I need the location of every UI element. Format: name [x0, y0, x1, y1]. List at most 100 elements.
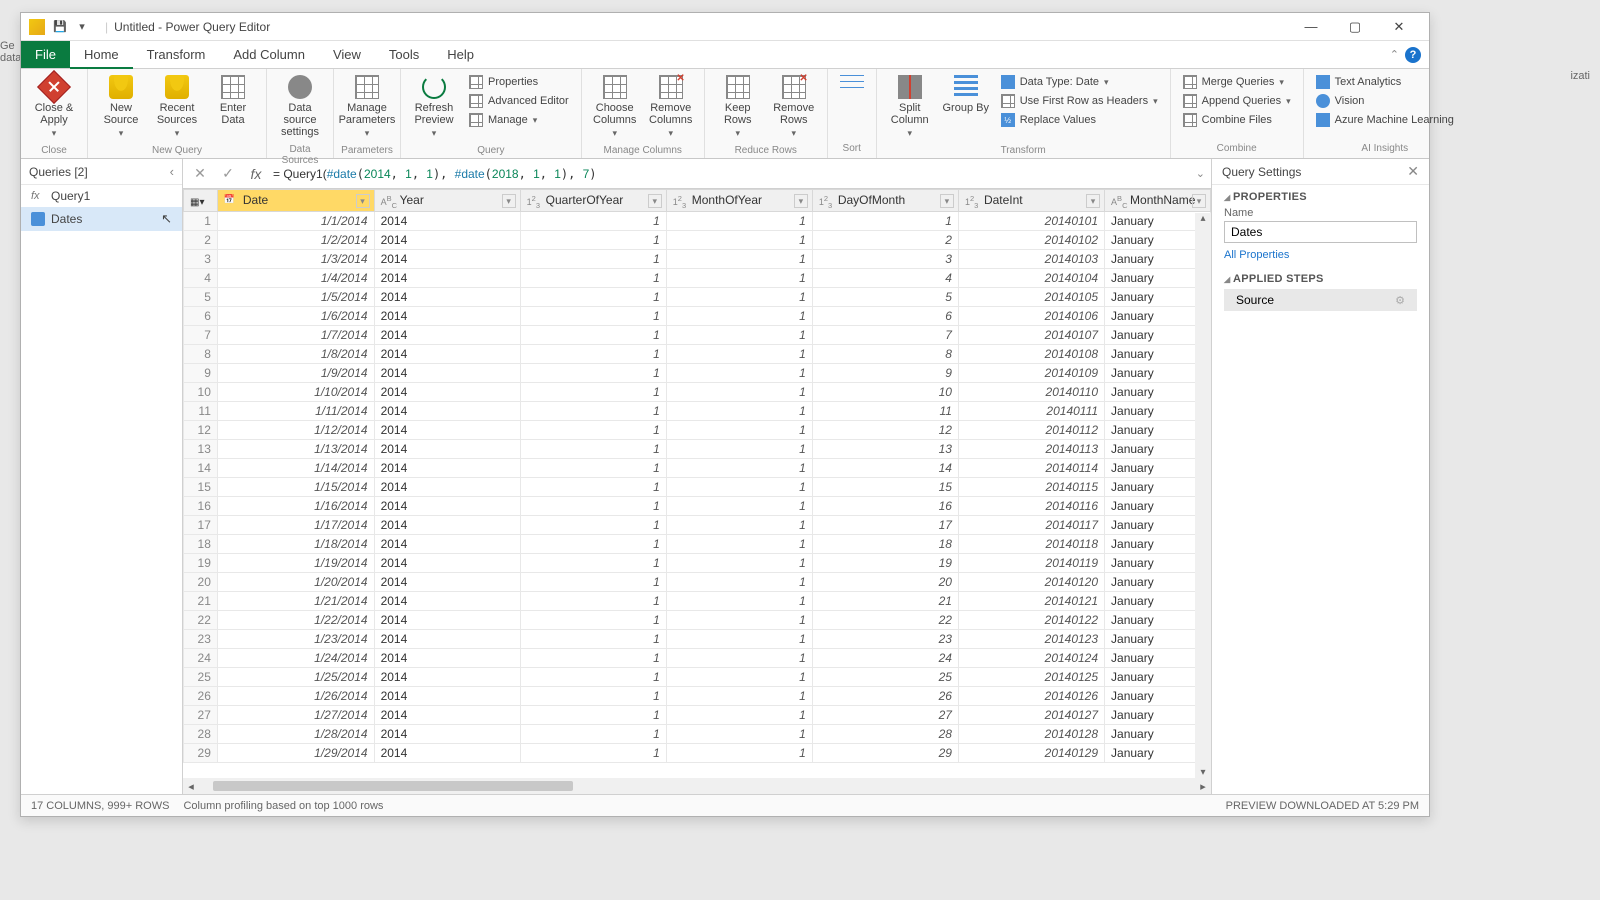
cell[interactable]: 1/17/2014 — [217, 516, 374, 535]
cell[interactable]: 1 — [520, 554, 666, 573]
cell[interactable]: 12 — [812, 421, 958, 440]
cell[interactable]: 15 — [812, 478, 958, 497]
cell[interactable]: 2014 — [374, 326, 520, 345]
first-row-headers-button[interactable]: Use First Row as Headers — [997, 92, 1162, 110]
column-header-quarterofyear[interactable]: 123QuarterOfYear▾ — [520, 190, 666, 212]
cell[interactable]: 1 — [666, 592, 812, 611]
column-filter-icon[interactable]: ▾ — [648, 194, 662, 208]
cell[interactable]: 1 — [666, 611, 812, 630]
vertical-scrollbar[interactable]: ▴ ▾ — [1195, 213, 1211, 778]
cell[interactable]: 1 — [666, 383, 812, 402]
row-number[interactable]: 15 — [184, 478, 218, 497]
cell[interactable]: 20140113 — [958, 440, 1104, 459]
tab-help[interactable]: Help — [433, 41, 488, 68]
column-type-icon[interactable]: 123 — [673, 194, 689, 208]
combine-files-button[interactable]: Combine Files — [1179, 111, 1295, 129]
cell[interactable]: 1 — [520, 250, 666, 269]
column-type-icon[interactable]: ABC — [1111, 194, 1127, 208]
cell[interactable]: 20140127 — [958, 706, 1104, 725]
cell[interactable]: 1 — [520, 402, 666, 421]
cell[interactable]: 1/6/2014 — [217, 307, 374, 326]
table-row[interactable]: 221/22/20142014112220140122January — [184, 611, 1211, 630]
cell[interactable]: 1/26/2014 — [217, 687, 374, 706]
tab-home[interactable]: Home — [70, 41, 133, 69]
table-row[interactable]: 161/16/20142014111620140116January — [184, 497, 1211, 516]
cell[interactable]: 2014 — [374, 440, 520, 459]
cell[interactable]: 1/8/2014 — [217, 345, 374, 364]
cell[interactable]: 1 — [520, 212, 666, 231]
cell[interactable]: 2014 — [374, 459, 520, 478]
table-row[interactable]: 151/15/20142014111520140115January — [184, 478, 1211, 497]
column-header-monthofyear[interactable]: 123MonthOfYear▾ — [666, 190, 812, 212]
cell[interactable]: 20140110 — [958, 383, 1104, 402]
cell[interactable]: 1 — [520, 725, 666, 744]
append-queries-button[interactable]: Append Queries — [1179, 92, 1295, 110]
remove-rows-button[interactable]: Remove Rows — [767, 71, 821, 143]
cell[interactable]: 26 — [812, 687, 958, 706]
scroll-up-icon[interactable]: ▴ — [1200, 213, 1205, 224]
cell[interactable]: 1 — [520, 345, 666, 364]
cell[interactable]: 1 — [666, 402, 812, 421]
row-number[interactable]: 27 — [184, 706, 218, 725]
formula-input[interactable]: = Query1(#date(2014, 1, 1), #date(2018, … — [273, 167, 1190, 181]
cell[interactable]: 1 — [520, 307, 666, 326]
row-number[interactable]: 20 — [184, 573, 218, 592]
minimize-button[interactable]: — — [1289, 13, 1333, 41]
cell[interactable]: 24 — [812, 649, 958, 668]
cell[interactable]: 2 — [812, 231, 958, 250]
cell[interactable]: 1 — [666, 421, 812, 440]
table-row[interactable]: 121/12/20142014111220140112January — [184, 421, 1211, 440]
cell[interactable]: 1 — [520, 592, 666, 611]
row-number[interactable]: 6 — [184, 307, 218, 326]
cell[interactable]: 17 — [812, 516, 958, 535]
row-number[interactable]: 28 — [184, 725, 218, 744]
row-number[interactable]: 19 — [184, 554, 218, 573]
cell[interactable]: 2014 — [374, 231, 520, 250]
cell[interactable]: 2014 — [374, 630, 520, 649]
cell[interactable]: 1/11/2014 — [217, 402, 374, 421]
cell[interactable]: 28 — [812, 725, 958, 744]
table-row[interactable]: 141/14/20142014111420140114January — [184, 459, 1211, 478]
row-number[interactable]: 4 — [184, 269, 218, 288]
cell[interactable]: 9 — [812, 364, 958, 383]
cell[interactable]: 1 — [520, 649, 666, 668]
cell[interactable]: 20140115 — [958, 478, 1104, 497]
cell[interactable]: 1/25/2014 — [217, 668, 374, 687]
properties-button[interactable]: Properties — [465, 73, 573, 91]
table-row[interactable]: 61/6/2014201411620140106January — [184, 307, 1211, 326]
select-all-corner[interactable]: ▦▾ — [184, 190, 218, 212]
table-row[interactable]: 21/2/2014201411220140102January — [184, 231, 1211, 250]
cell[interactable]: 1 — [666, 364, 812, 383]
row-number[interactable]: 5 — [184, 288, 218, 307]
table-row[interactable]: 261/26/20142014112620140126January — [184, 687, 1211, 706]
cell[interactable]: 1/21/2014 — [217, 592, 374, 611]
cell[interactable]: 1/5/2014 — [217, 288, 374, 307]
tab-transform[interactable]: Transform — [133, 41, 220, 68]
data-type-button[interactable]: Data Type: Date — [997, 73, 1162, 91]
row-number[interactable]: 9 — [184, 364, 218, 383]
cell[interactable]: 1 — [520, 516, 666, 535]
vision-button[interactable]: Vision — [1312, 92, 1458, 110]
cell[interactable]: 20140101 — [958, 212, 1104, 231]
cell[interactable]: 1 — [666, 497, 812, 516]
cell[interactable]: 20140117 — [958, 516, 1104, 535]
column-filter-icon[interactable]: ▾ — [794, 194, 808, 208]
cell[interactable]: 20140126 — [958, 687, 1104, 706]
cell[interactable]: 1 — [520, 383, 666, 402]
cell[interactable]: 1/23/2014 — [217, 630, 374, 649]
cell[interactable]: 3 — [812, 250, 958, 269]
column-type-icon[interactable]: 123 — [819, 194, 835, 208]
column-filter-icon[interactable]: ▾ — [940, 194, 954, 208]
row-number[interactable]: 7 — [184, 326, 218, 345]
cell[interactable]: 1 — [666, 668, 812, 687]
cell[interactable]: 1 — [520, 611, 666, 630]
cell[interactable]: 1/1/2014 — [217, 212, 374, 231]
cell[interactable]: 20140114 — [958, 459, 1104, 478]
cell[interactable]: 13 — [812, 440, 958, 459]
row-number[interactable]: 23 — [184, 630, 218, 649]
cell[interactable]: 1 — [666, 307, 812, 326]
row-number[interactable]: 22 — [184, 611, 218, 630]
keep-rows-button[interactable]: Keep Rows — [711, 71, 765, 143]
row-number[interactable]: 8 — [184, 345, 218, 364]
cell[interactable]: 20140111 — [958, 402, 1104, 421]
